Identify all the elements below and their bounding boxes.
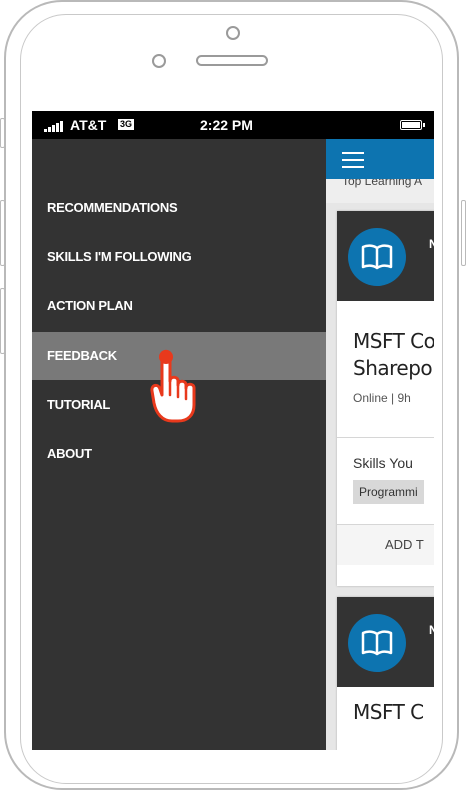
card-header: N	[337, 211, 434, 301]
earpiece-speaker	[196, 55, 268, 66]
card-header-text: N	[429, 623, 434, 637]
course-title: MSFT Co Sharepo	[353, 329, 434, 380]
power-button	[461, 200, 466, 266]
app-bar	[326, 139, 434, 179]
volume-up-button	[0, 200, 5, 266]
menu-item-action-plan[interactable]: ACTION PLAN	[32, 282, 326, 330]
navigation-drawer: RECOMMENDATIONS SKILLS I'M FOLLOWING ACT…	[32, 139, 326, 750]
proximity-sensor	[152, 54, 166, 68]
status-time: 2:22 PM	[200, 117, 253, 133]
status-bar: AT&T 3G 2:22 PM	[32, 111, 434, 139]
menu-item-about[interactable]: ABOUT	[32, 430, 326, 478]
book-icon	[348, 228, 406, 286]
course-card[interactable]: N MSFT Co Sharepo Online | 9h Skills You…	[337, 211, 434, 586]
course-meta: Online | 9h	[353, 391, 411, 405]
book-icon	[348, 614, 406, 672]
hamburger-icon[interactable]	[342, 152, 364, 168]
course-title: MSFT C	[353, 700, 424, 724]
phone-screen: AT&T 3G 2:22 PM Top Learning A N MSFT Co…	[32, 111, 434, 750]
mute-switch	[0, 118, 5, 148]
card-divider	[337, 437, 434, 438]
section-subheader: Top Learning A	[326, 179, 434, 203]
tap-gesture-icon	[150, 349, 196, 423]
card-header: N	[337, 597, 434, 687]
network-type: 3G	[118, 119, 135, 130]
volume-down-button	[0, 288, 5, 354]
carrier-name: AT&T	[70, 117, 107, 133]
main-content: Top Learning A N MSFT Co Sharepo Online …	[326, 139, 434, 750]
course-card[interactable]: N MSFT C	[337, 597, 434, 750]
card-header-text: N	[429, 237, 434, 251]
menu-item-skills-following[interactable]: SKILLS I'M FOLLOWING	[32, 233, 326, 281]
front-camera	[226, 26, 240, 40]
battery-icon	[400, 120, 425, 130]
signal-icon	[44, 121, 63, 132]
menu-item-recommendations[interactable]: RECOMMENDATIONS	[32, 184, 326, 232]
skill-chip: Programmi	[353, 480, 424, 504]
skills-label: Skills You	[353, 455, 413, 471]
add-to-plan-button[interactable]: ADD T	[337, 525, 434, 565]
